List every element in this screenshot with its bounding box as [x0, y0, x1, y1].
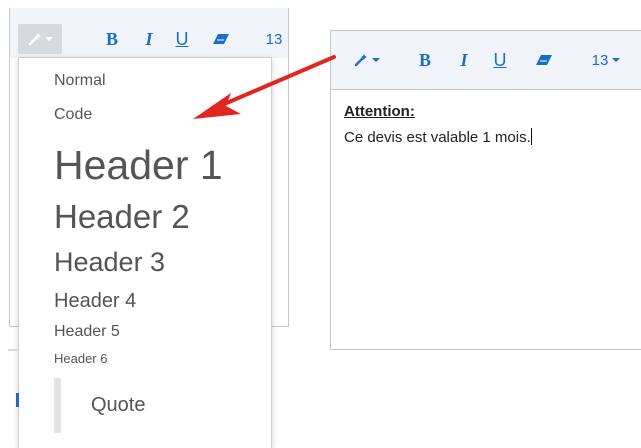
- underline-button[interactable]: U: [170, 26, 194, 52]
- content-body-line: Ce devis est valable 1 mois.: [344, 128, 532, 146]
- paragraph-style-menu: Normal Code Header 1 Header 2 Header 3 H…: [18, 57, 272, 448]
- italic-button[interactable]: I: [453, 47, 475, 73]
- menu-item-quote-label: Quote: [91, 394, 146, 416]
- bold-button[interactable]: B: [100, 26, 124, 52]
- menu-item-header-1[interactable]: Header 1: [54, 142, 223, 189]
- italic-button[interactable]: I: [138, 26, 160, 52]
- editor-content[interactable]: Attention: Ce devis est valable 1 mois.: [344, 103, 532, 146]
- chevron-down-icon: [612, 58, 621, 62]
- eraser-icon: [536, 55, 552, 65]
- font-size-value: 13: [591, 51, 609, 69]
- menu-item-header-2[interactable]: Header 2: [54, 198, 190, 236]
- menu-item-code[interactable]: Code: [54, 106, 92, 124]
- content-body: Ce devis est valable 1 mois.: [344, 129, 531, 146]
- chevron-down-icon: [372, 58, 380, 62]
- chevron-down-icon: [44, 37, 53, 41]
- right-editor: B I U 13 Attention: Ce devis est valable…: [330, 30, 641, 350]
- menu-item-header-3[interactable]: Header 3: [54, 247, 165, 278]
- magic-wand-icon: [354, 54, 367, 67]
- font-size-button[interactable]: 13: [584, 47, 628, 73]
- right-toolbar: B I U 13: [331, 31, 641, 90]
- divider: [8, 349, 19, 351]
- eraser-button[interactable]: [208, 26, 234, 52]
- eraser-icon: [213, 34, 229, 44]
- menu-item-header-6[interactable]: Header 6: [54, 351, 107, 366]
- eraser-button[interactable]: [531, 47, 557, 73]
- font-size-button[interactable]: 13: [260, 26, 288, 52]
- underline-button[interactable]: U: [488, 47, 512, 73]
- left-toolbar: B I U 13: [10, 8, 288, 58]
- menu-item-normal[interactable]: Normal: [54, 72, 106, 90]
- menu-item-header-5[interactable]: Header 5: [54, 323, 120, 341]
- scroll-marker: [16, 393, 19, 407]
- menu-item-quote[interactable]: Quote: [54, 378, 254, 433]
- style-dropdown-button[interactable]: [345, 47, 389, 73]
- magic-wand-icon: [28, 33, 41, 46]
- menu-item-header-4[interactable]: Header 4: [54, 290, 136, 313]
- bold-button[interactable]: B: [413, 47, 437, 73]
- content-heading: Attention:: [344, 103, 415, 120]
- style-dropdown-button[interactable]: [18, 24, 62, 54]
- text-cursor: [530, 128, 532, 145]
